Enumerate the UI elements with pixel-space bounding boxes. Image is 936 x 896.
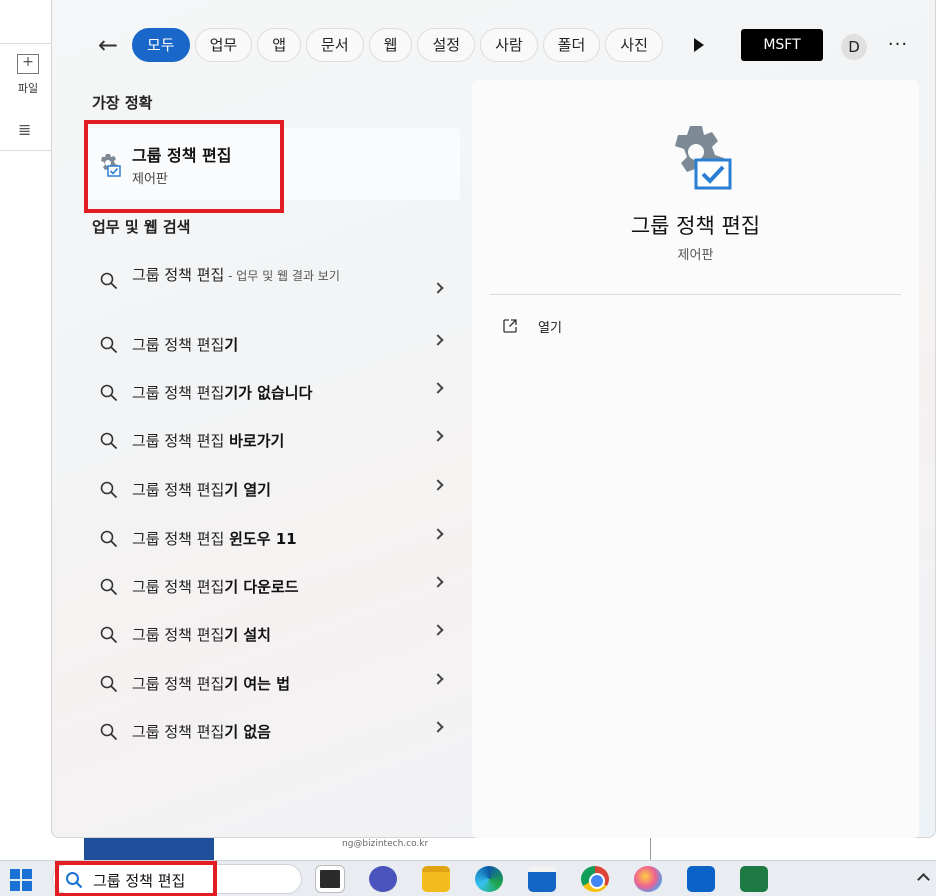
group-policy-icon [675, 126, 732, 190]
avatar[interactable]: D [841, 34, 867, 60]
open-external-icon [503, 319, 517, 333]
search-suggestion[interactable]: 그룹 정책 편집기 [86, 322, 460, 366]
excel-icon[interactable] [740, 866, 768, 892]
filter-chip-work[interactable]: 업무 [194, 28, 253, 62]
suggestion-text: 그룹 정책 편집기 여는 법 [132, 675, 290, 693]
chevron-right-icon [432, 624, 444, 636]
search-icon [100, 723, 118, 741]
back-arrow-icon[interactable]: ← [94, 30, 122, 60]
filter-chip-apps[interactable]: 앱 [257, 28, 302, 62]
search-icon [100, 530, 118, 548]
filter-chip-photos[interactable]: 사진 [605, 28, 663, 62]
outlook-icon[interactable] [687, 866, 715, 892]
search-suggestion[interactable]: 그룹 정책 편집기 다운로드 [86, 564, 460, 608]
microsoft-store-icon[interactable] [528, 866, 556, 892]
filter-chip-documents[interactable]: 문서 [306, 28, 364, 62]
paint-icon[interactable] [634, 866, 662, 892]
suggestion-text: 그룹 정책 편집 바로가기 [132, 432, 285, 450]
background-app: 파일 ≣ [0, 0, 52, 860]
chevron-up-icon[interactable] [917, 873, 930, 886]
preview-pane: 그룹 정책 편집 제어판 열기 [472, 80, 919, 838]
open-label: 열기 [538, 321, 562, 336]
chevron-right-icon [432, 334, 444, 346]
bg-divider [0, 43, 52, 44]
doc-scrollbar[interactable] [650, 836, 664, 861]
bg-new-file-button[interactable]: 파일 [8, 54, 48, 104]
search-suggestion[interactable]: 그룹 정책 편집 - 업무 및 웹 결과 보기 [86, 258, 460, 318]
search-suggestion[interactable]: 그룹 정책 편집기 없음 [86, 709, 460, 753]
suggestion-text: 그룹 정책 편집기 [132, 336, 239, 354]
filter-chips: 모두 업무 앱 문서 웹 설정 사람 폴더 사진 [132, 28, 663, 62]
suggestion-text: 그룹 정책 편집기 설치 [132, 626, 271, 644]
filter-chip-people[interactable]: 사람 [480, 28, 538, 62]
windows-start-icon[interactable] [10, 869, 32, 891]
chevron-right-icon [432, 282, 444, 294]
chevron-right-icon [432, 673, 444, 685]
doc-email: ng@bizintech.co.kr [342, 839, 429, 849]
search-suggestion[interactable]: 그룹 정책 편집기 여는 법 [86, 661, 460, 705]
chevron-right-icon [432, 721, 444, 733]
more-filters-arrow-icon[interactable] [694, 38, 704, 52]
search-icon [100, 272, 118, 290]
search-panel: ← 모두 업무 앱 문서 웹 설정 사람 폴더 사진 MSFT D ··· 가장… [51, 0, 936, 838]
highlight-box-best-match [84, 120, 284, 213]
chevron-right-icon [432, 430, 444, 442]
account-button[interactable]: MSFT [741, 29, 823, 61]
search-suggestion[interactable]: 그룹 정책 편집기가 없습니다 [86, 370, 460, 414]
suggestion-text: 그룹 정책 편집기 없음 [132, 723, 271, 741]
search-icon [100, 626, 118, 644]
chevron-right-icon [432, 479, 444, 491]
search-icon [100, 481, 118, 499]
highlight-box-search [55, 861, 217, 896]
list-icon[interactable]: ≣ [18, 122, 31, 138]
search-icon [100, 578, 118, 596]
best-match-heading: 가장 정확 [92, 94, 153, 112]
background-document: ng@bizintech.co.kr [80, 835, 670, 861]
preview-title: 그룹 정책 편집 [630, 214, 761, 238]
new-file-icon [17, 54, 39, 74]
preview-subtitle: 제어판 [677, 248, 714, 263]
suggestion-text: 그룹 정책 편집 - 업무 및 웹 결과 보기 [132, 266, 340, 284]
filter-chip-web[interactable]: 웹 [368, 28, 413, 62]
suggestion-text: 그룹 정책 편집기 다운로드 [132, 578, 299, 596]
more-options-icon[interactable]: ··· [886, 30, 910, 60]
web-search-heading: 업무 및 웹 검색 [92, 218, 191, 236]
chevron-right-icon [432, 382, 444, 394]
taskbar: 그룹 정책 편집 [0, 860, 936, 896]
filter-chip-folders[interactable]: 폴더 [542, 28, 601, 62]
search-suggestion[interactable]: 그룹 정책 편집기 설치 [86, 612, 460, 656]
chevron-right-icon [432, 528, 444, 540]
search-icon [100, 336, 118, 354]
file-explorer-icon[interactable] [422, 866, 450, 892]
search-icon [100, 432, 118, 450]
taskbar-apps [315, 865, 768, 893]
search-suggestion[interactable]: 그룹 정책 편집 바로가기 [86, 418, 460, 462]
doc-blue-block [84, 836, 214, 861]
bg-divider [0, 150, 52, 151]
chrome-icon[interactable] [581, 866, 609, 892]
bg-file-label: 파일 [17, 82, 39, 95]
teams-meet-icon[interactable] [369, 866, 397, 892]
search-suggestion[interactable]: 그룹 정책 편집 윈도우 11 [86, 516, 460, 560]
edge-icon[interactable] [475, 866, 503, 892]
suggestion-text: 그룹 정책 편집기가 없습니다 [132, 384, 313, 402]
suggestion-text: 그룹 정책 편집기 열기 [132, 481, 271, 499]
filter-chip-settings[interactable]: 설정 [417, 28, 476, 62]
search-icon [100, 384, 118, 402]
task-view-icon[interactable] [315, 865, 345, 893]
search-icon [100, 675, 118, 693]
filter-chip-all[interactable]: 모두 [132, 28, 190, 62]
preview-divider [490, 294, 901, 295]
suggestion-text: 그룹 정책 편집 윈도우 11 [132, 530, 297, 548]
search-suggestion[interactable]: 그룹 정책 편집기 열기 [86, 467, 460, 511]
chevron-right-icon [432, 576, 444, 588]
